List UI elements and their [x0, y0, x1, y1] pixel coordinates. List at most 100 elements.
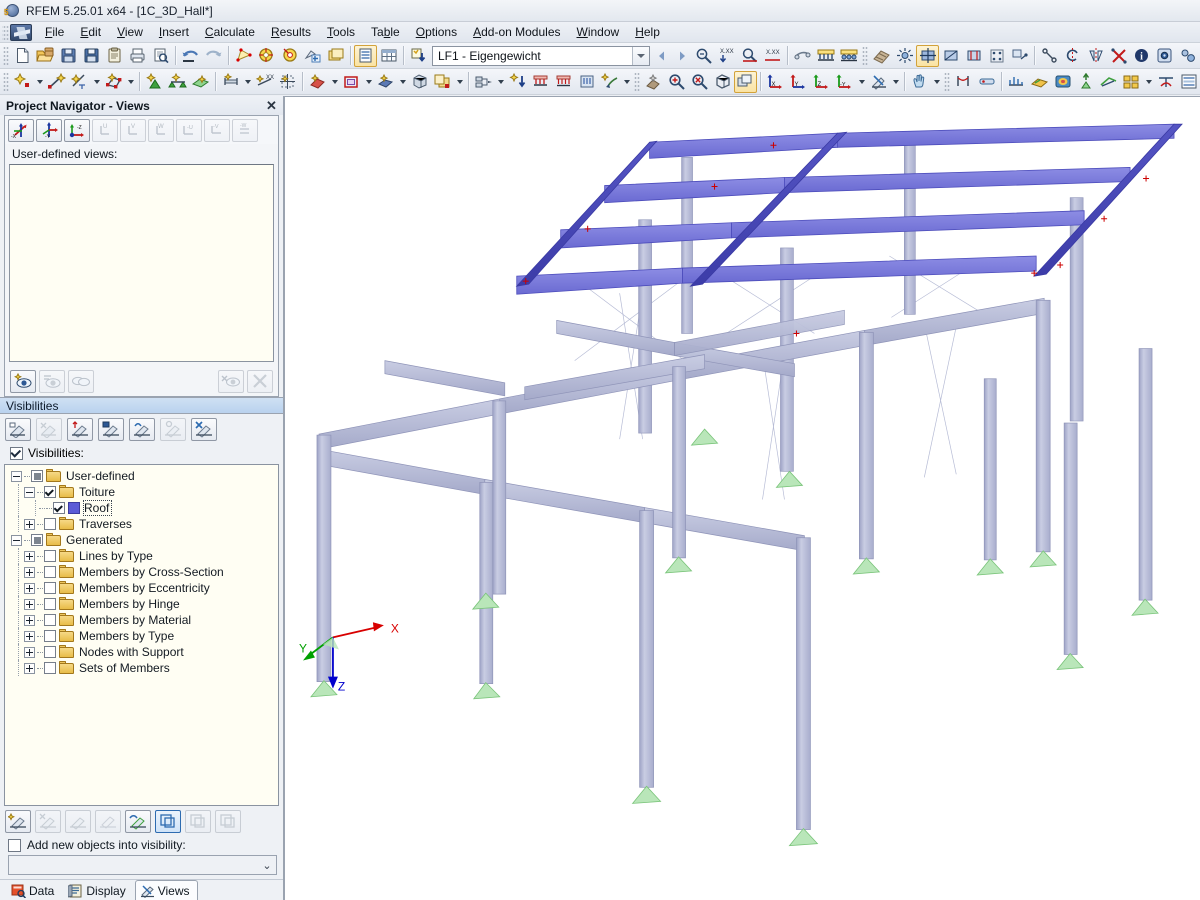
undo-icon[interactable] — [179, 45, 202, 67]
tree-checkbox[interactable] — [44, 582, 56, 594]
new-line-support-icon[interactable] — [166, 71, 189, 93]
tree-checkbox[interactable] — [44, 662, 56, 674]
zoom-window-icon[interactable] — [665, 71, 688, 93]
load-zoom-icon[interactable] — [738, 45, 761, 67]
tree-checkbox[interactable] — [44, 486, 56, 498]
add-new-objects-combo[interactable]: ⌄ — [8, 855, 277, 875]
calculate-icon[interactable] — [642, 71, 665, 93]
tree-item-members-by-eccentricity[interactable]: Members by Eccentricity — [7, 580, 278, 596]
edit-visibility-icon[interactable] — [35, 809, 61, 833]
load-distribution-icon[interactable] — [814, 45, 837, 67]
result-sections-icon[interactable] — [1097, 71, 1120, 93]
load-case-dropdown-arrow[interactable] — [632, 46, 649, 65]
expander-plus-icon[interactable] — [24, 662, 35, 674]
load-case-icon[interactable] — [407, 45, 430, 67]
visibility-mode-dropdown[interactable] — [890, 71, 901, 93]
print-icon[interactable] — [126, 45, 149, 67]
close-icon[interactable]: ✕ — [264, 98, 279, 113]
solid-copy-icon[interactable] — [431, 71, 454, 93]
advanced-settings-icon[interactable] — [1176, 45, 1199, 67]
previous-load-case-button[interactable] — [652, 45, 672, 67]
new-surface-support-icon[interactable] — [189, 71, 212, 93]
menu-edit[interactable]: Edit — [72, 23, 109, 41]
view-minus-u-icon[interactable]: -U — [176, 118, 202, 142]
nodal-load-icon[interactable] — [506, 71, 529, 93]
new-opening-icon[interactable] — [340, 71, 363, 93]
expander-plus-icon[interactable] — [24, 518, 35, 530]
menu-insert[interactable]: Insert — [151, 23, 197, 41]
show-surfaces-icon[interactable] — [916, 44, 939, 67]
visibility-by-coordinates-icon[interactable] — [67, 417, 93, 441]
tree-checkbox[interactable] — [44, 598, 56, 610]
new-solid-dropdown[interactable] — [397, 71, 408, 93]
view-minus-x-icon[interactable]: -X — [8, 118, 34, 142]
results-table-icon[interactable] — [975, 71, 998, 93]
open-file-icon[interactable] — [34, 45, 57, 67]
tree-item-traverses[interactable]: Traverses — [7, 516, 278, 532]
tree-checkbox[interactable] — [53, 502, 65, 514]
tree-item-lines-by-type[interactable]: Lines by Type — [7, 548, 278, 564]
result-grid-icon[interactable] — [1120, 71, 1143, 93]
add-new-objects-checkbox[interactable] — [8, 838, 21, 852]
next-load-case-button[interactable] — [672, 45, 692, 67]
solid-3d-icon[interactable] — [408, 71, 431, 93]
visibilities-checkbox[interactable] — [10, 446, 23, 460]
new-window-icon[interactable] — [324, 45, 347, 67]
mirror-icon[interactable] — [1084, 45, 1107, 67]
tree-item-sets-of-members[interactable]: Sets of Members — [7, 660, 278, 676]
tab-views[interactable]: Views — [134, 880, 198, 900]
view-in-x-icon[interactable]: X — [764, 71, 787, 93]
view-v-icon[interactable]: V — [120, 118, 146, 142]
toolbar-grip-2[interactable] — [862, 45, 868, 66]
settings-icon[interactable] — [1153, 45, 1176, 67]
deformation-icon[interactable] — [952, 71, 975, 93]
mesh-icon[interactable] — [870, 45, 893, 67]
new-line-icon[interactable] — [45, 71, 68, 93]
visibility-mode-3-icon[interactable] — [215, 809, 241, 833]
expander-plus-icon[interactable] — [24, 598, 35, 610]
table-grid-icon[interactable] — [377, 45, 400, 67]
menu-calculate[interactable]: Calculate — [197, 23, 263, 41]
print-preview-icon[interactable] — [149, 45, 172, 67]
chevron-down-icon[interactable]: ⌄ — [258, 856, 276, 874]
new-node-dropdown[interactable] — [34, 71, 45, 93]
show-all-visibility-icon[interactable] — [125, 809, 151, 833]
load-value-xx-red-icon[interactable]: X.XX — [761, 45, 784, 67]
result-grid-dropdown[interactable] — [1143, 71, 1154, 93]
new-member-dropdown[interactable] — [242, 71, 253, 93]
tree-item-members-by-cross-section[interactable]: Members by Cross-Section — [7, 564, 278, 580]
expander-plus-icon[interactable] — [24, 550, 35, 562]
surface-axes-icon[interactable] — [939, 45, 962, 67]
measure-icon[interactable] — [1038, 45, 1061, 67]
save-icon[interactable] — [80, 45, 103, 67]
expander-plus-icon[interactable] — [24, 630, 35, 642]
reset-visibility-icon[interactable] — [191, 417, 217, 441]
visibility-mode-icon[interactable] — [867, 71, 890, 93]
expander-minus-icon[interactable] — [11, 534, 22, 546]
menu-file[interactable]: File — [37, 23, 72, 41]
visibility-by-selection-icon[interactable] — [36, 417, 62, 441]
expander-plus-icon[interactable] — [24, 614, 35, 626]
tree-checkbox[interactable] — [44, 630, 56, 642]
apply-visibility-icon[interactable] — [5, 809, 31, 833]
visibility-mode-1-icon[interactable] — [155, 809, 181, 833]
expander-plus-icon[interactable] — [24, 566, 35, 578]
menu-options[interactable]: Options — [408, 23, 465, 41]
delete-view-icon[interactable] — [247, 369, 273, 393]
surface-thickness-icon[interactable] — [962, 45, 985, 67]
zoom-out-icon[interactable] — [688, 71, 711, 93]
duplicate-view-icon[interactable] — [68, 369, 94, 393]
view-in-minus-y-icon[interactable]: -Y — [833, 71, 856, 93]
surface-results-icon[interactable] — [1028, 71, 1051, 93]
new-surface-dropdown[interactable] — [329, 71, 340, 93]
tree-item-nodes-with-support[interactable]: Nodes with Support — [7, 644, 278, 660]
menu-tools[interactable]: Tools — [319, 23, 363, 41]
view-in-y-icon[interactable]: Y — [787, 71, 810, 93]
surface-load-icon[interactable] — [575, 71, 598, 93]
pan-hand-icon[interactable] — [908, 71, 931, 93]
menu-window[interactable]: Window — [569, 23, 628, 41]
load-value-xx-icon[interactable]: X.XX — [715, 45, 738, 67]
new-view-icon[interactable] — [10, 369, 36, 393]
save-project-icon[interactable] — [57, 45, 80, 67]
tree-checkbox[interactable] — [31, 470, 43, 482]
